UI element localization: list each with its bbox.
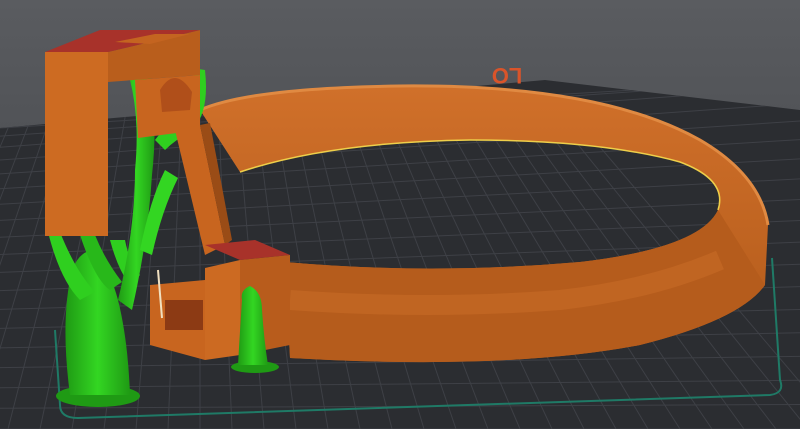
connector-front bbox=[205, 260, 240, 360]
3d-viewport[interactable]: LO bbox=[0, 0, 800, 429]
connector-slot bbox=[165, 300, 203, 330]
build-plate-scene[interactable]: LO bbox=[0, 0, 800, 429]
clip-front-face bbox=[45, 52, 108, 236]
bed-label: LO bbox=[492, 63, 523, 88]
